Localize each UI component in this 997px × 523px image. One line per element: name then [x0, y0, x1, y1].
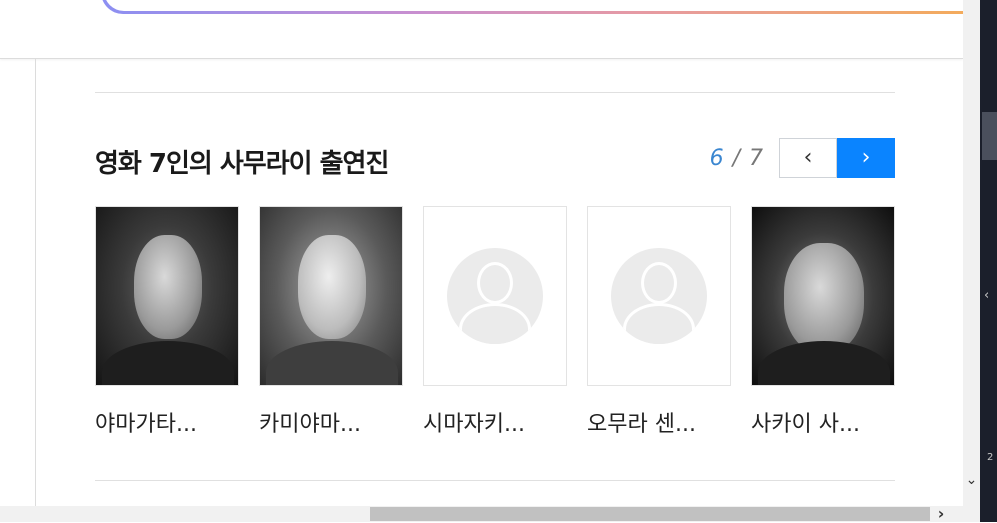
default-profile-photo[interactable] — [423, 206, 567, 386]
scroll-down-icon[interactable]: ⌄ — [963, 472, 980, 488]
cast-item[interactable]: 카미야마... — [259, 206, 403, 438]
search-box-inner[interactable] — [104, 0, 963, 11]
cast-item[interactable]: 야마가타... — [95, 206, 239, 438]
chevron-right-icon: › — [861, 145, 871, 170]
actor-photo[interactable] — [95, 206, 239, 386]
cast-section: 영화 7인의 사무라이 출연진 6 / 7 ‹ › 야마가타... 카미야마..… — [95, 59, 895, 506]
search-box[interactable] — [101, 0, 963, 14]
cast-name[interactable]: 오무라 센... — [587, 406, 731, 438]
section-divider-bottom — [95, 480, 895, 481]
scroll-right-icon[interactable]: › — [932, 504, 950, 523]
cast-item[interactable]: 사카이 사... — [751, 206, 895, 438]
actor-photo[interactable] — [259, 206, 403, 386]
chevron-left-icon[interactable]: ‹ — [984, 288, 989, 303]
default-profile-photo[interactable] — [587, 206, 731, 386]
pager: 6 / 7 ‹ › — [710, 138, 895, 178]
profile-head-shape — [644, 265, 674, 301]
horizontal-scrollbar[interactable]: › — [0, 504, 963, 523]
chevron-left-icon: ‹ — [803, 145, 813, 170]
shoulders-shape — [266, 341, 398, 385]
left-divider — [35, 59, 36, 506]
default-profile-icon — [611, 248, 707, 344]
profile-head-shape — [480, 265, 510, 301]
section-divider-top — [95, 92, 895, 93]
vertical-scrollbar[interactable]: ⌄ — [963, 0, 980, 522]
cast-name[interactable]: 카미야마... — [259, 406, 403, 438]
side-panel-text: 2 — [987, 452, 994, 463]
cast-name[interactable]: 야마가타... — [95, 406, 239, 438]
page-current: 6 — [709, 145, 724, 171]
side-panel-tab[interactable] — [982, 112, 997, 160]
section-title: 영화 7인의 사무라이 출연진 — [95, 149, 389, 179]
cast-name[interactable]: 사카이 사... — [751, 406, 895, 438]
face-shape — [298, 235, 366, 339]
cast-item[interactable]: 오무라 센... — [587, 206, 731, 438]
cast-item[interactable]: 시마자키... — [423, 206, 567, 438]
prev-page-button[interactable]: ‹ — [779, 138, 837, 178]
profile-body-shape — [462, 306, 528, 344]
page-total: 7 — [749, 145, 763, 171]
page-separator: / — [732, 145, 740, 171]
face-shape — [134, 235, 202, 339]
search-area — [0, 0, 963, 59]
cast-list: 야마가타... 카미야마... 시마자키... 오무라 센... 사카이 사..… — [95, 206, 895, 446]
shoulders-shape — [102, 341, 234, 385]
cast-name[interactable]: 시마자키... — [423, 406, 567, 438]
shoulders-shape — [758, 341, 890, 385]
actor-photo[interactable] — [751, 206, 895, 386]
horizontal-scroll-thumb[interactable] — [370, 507, 930, 521]
face-shape — [784, 243, 864, 353]
side-panel: ‹ 2 — [980, 0, 997, 522]
default-profile-icon — [447, 248, 543, 344]
next-page-button[interactable]: › — [837, 138, 895, 178]
page-counter: 6 / 7 — [710, 146, 763, 171]
profile-body-shape — [626, 306, 692, 344]
